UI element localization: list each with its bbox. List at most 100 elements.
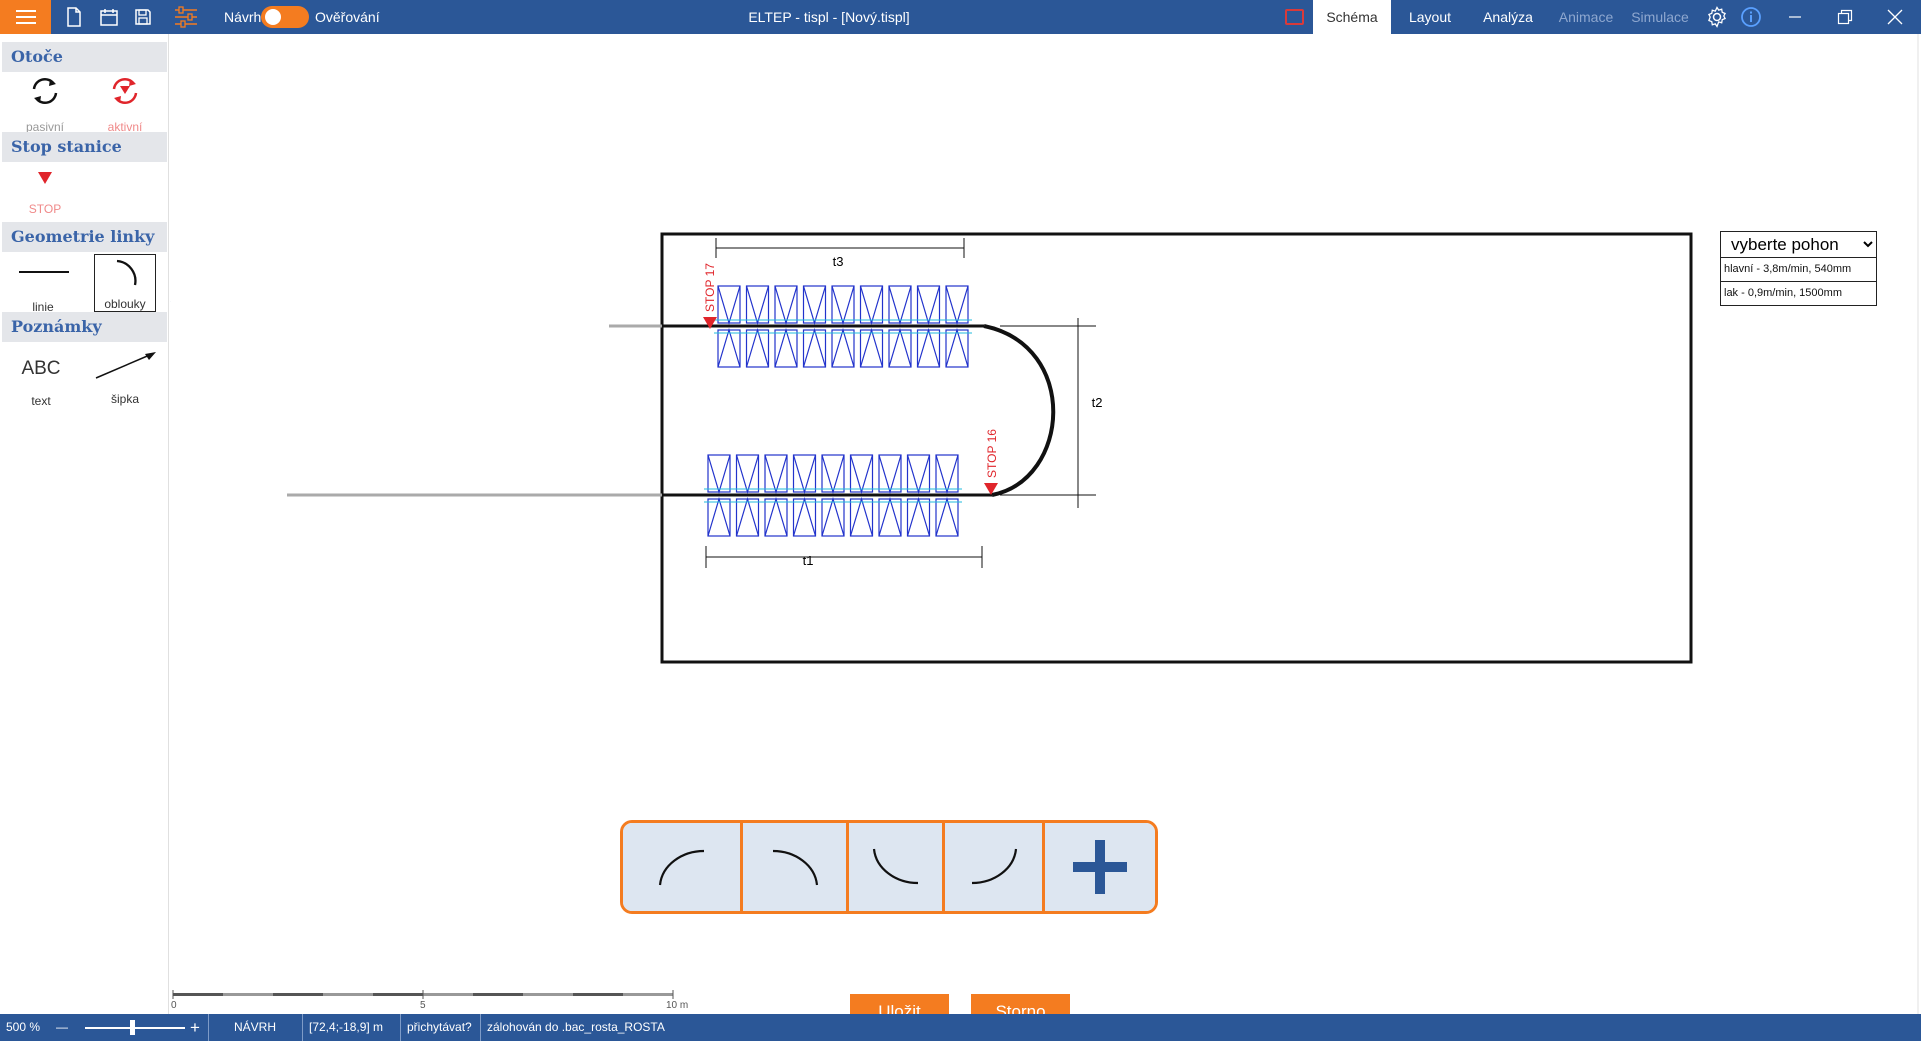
zoom-out-button[interactable]: — [50,1014,74,1041]
drive-option-paint[interactable]: lak - 0,9m/min, 1500mm [1720,282,1877,306]
tab-simulace[interactable]: Simulace [1625,0,1695,34]
carrier-zigzag [859,285,884,326]
carrier-zigzag [774,285,798,326]
carrier-zigzag [906,496,931,537]
stop-17-label: STOP 17 [703,263,717,312]
workspace-frame [660,232,1693,664]
restore-icon[interactable] [1820,0,1870,34]
tool-rotate-active[interactable]: aktivní [94,76,156,134]
settings-gear-icon[interactable] [1705,5,1729,29]
zoom-in-button[interactable]: + [184,1014,206,1041]
mode-status: NÁVRH [208,1014,301,1041]
carrier-zigzag [802,285,827,326]
carrier [774,285,798,324]
minimize-icon[interactable] [1770,0,1820,34]
carrier-zigzag [935,454,959,495]
scale-end: 10 m [666,1000,688,1011]
carrier-zigzag [906,454,931,495]
carrier [916,329,941,368]
carrier [707,454,731,493]
text-abc-icon: ABC [21,358,61,379]
arc-bottom-right-button[interactable] [945,823,1045,911]
close-icon[interactable] [1870,0,1920,34]
carrier [906,454,931,493]
carrier [916,285,941,324]
carrier-zigzag [878,454,902,495]
section-geometry-header: Geometrie linky [2,222,167,252]
carrier [764,498,788,537]
tab-analyza[interactable]: Analýza [1469,0,1547,34]
snap-toggle[interactable]: přichytávat? [400,1014,478,1041]
tab-schema[interactable]: Schéma [1313,0,1391,34]
carrier [792,498,817,537]
dimension-t3: t3 [833,254,844,269]
carrier [831,329,855,368]
carrier [831,285,855,324]
backup-status: zálohován do .bac_rosta_ROSTA [480,1014,671,1041]
carrier [735,498,760,537]
tool-stop[interactable]: STOP [14,170,76,216]
section-stop-header: Stop stanice [2,132,167,162]
arc-up-right-button[interactable] [623,823,743,911]
carrier-zigzag [935,496,959,537]
carrier [717,285,741,324]
carrier-zigzag [764,496,788,537]
info-icon[interactable] [1739,5,1763,29]
drive-select[interactable]: vyberte pohon [1720,231,1877,258]
status-bar: 500 % — + NÁVRH [72,4;-18,9] m přichytáv… [0,1014,1921,1041]
drive-option-main[interactable]: hlavní - 3,8m/min, 540mm [1720,258,1877,282]
carrier-zigzag [831,285,855,326]
carrier [774,329,798,368]
carrier-zigzag [717,327,741,368]
carrier [878,454,902,493]
tab-animace[interactable]: Animace [1547,0,1625,34]
carrier-zigzag [735,454,760,495]
carrier [888,285,912,324]
carrier-zigzag [774,327,798,368]
carrier-zigzag [745,285,770,326]
zoom-slider-thumb[interactable] [130,1020,135,1035]
carrier [935,498,959,537]
carrier [849,454,874,493]
plus-icon [1073,840,1127,894]
tool-panel: Otoče pasivní aktivní Stop stanice STOP … [0,34,169,1014]
carrier [821,498,845,537]
carrier-zigzag [916,285,941,326]
carrier-zigzag [945,285,969,326]
tool-arc[interactable]: oblouky [94,254,156,312]
carrier [859,285,884,324]
carrier-hangers [704,285,972,537]
arc-bottom-left-button[interactable] [849,823,945,911]
add-segment-button[interactable] [1045,823,1155,911]
tool-arc-label: oblouky [104,297,146,311]
section-notes-header: Poznámky [2,312,167,342]
carrier [764,454,788,493]
arrow-icon [95,352,156,379]
carrier [802,285,827,324]
carrier-zigzag [707,496,731,537]
carrier-zigzag [888,285,912,326]
carrier-zigzag [831,327,855,368]
tool-rotate-passive[interactable]: pasivní [14,76,76,134]
tool-line[interactable]: linie [12,256,74,314]
carrier-zigzag [945,327,969,368]
tool-text[interactable]: ABC text [10,350,72,408]
arc-down-right-button[interactable] [743,823,849,911]
scale-mid: 5 [420,1000,426,1011]
arc-up-right-icon [658,849,704,886]
carrier-zigzag [849,454,874,495]
tool-arrow-label: šipka [110,392,139,406]
alert-icon[interactable] [1285,9,1304,25]
carrier [745,329,770,368]
zoom-slider[interactable] [85,1027,185,1029]
tool-text-label: text [31,394,51,408]
tab-layout[interactable]: Layout [1391,0,1469,34]
tool-arrow[interactable]: šipka [90,348,160,406]
carrier-zigzag [745,327,770,368]
section-otoce-header: Otoče [2,42,167,72]
carrier-zigzag [849,496,874,537]
drive-selector: vyberte pohon hlavní - 3,8m/min, 540mm l… [1720,231,1877,306]
carrier [745,285,770,324]
carrier [717,329,741,368]
tool-stop-label: STOP [28,202,62,216]
